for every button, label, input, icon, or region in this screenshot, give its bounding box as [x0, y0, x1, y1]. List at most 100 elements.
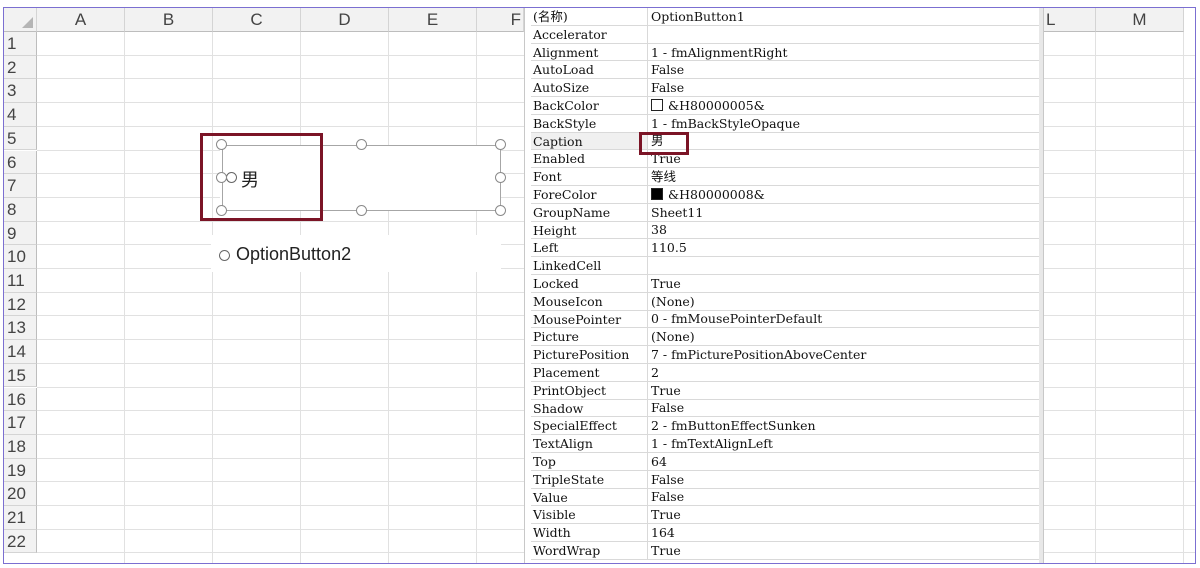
resize-handle-top-right[interactable] [495, 139, 506, 150]
property-row[interactable]: ForeColor &H80000008& [531, 185, 1042, 204]
property-value[interactable]: Sheet11 [651, 204, 703, 221]
property-value[interactable]: True [651, 382, 681, 399]
column-header-m[interactable]: M [1096, 8, 1184, 32]
property-value[interactable]: False [651, 489, 684, 506]
column-header-d[interactable]: D [301, 8, 389, 32]
property-value[interactable]: 64 [651, 453, 667, 470]
property-value[interactable]: 1 - fmAlignmentRight [651, 44, 788, 61]
property-row[interactable]: Value False [531, 488, 1042, 507]
property-row[interactable]: GroupName Sheet11 [531, 203, 1042, 222]
property-row[interactable]: PrintObject True [531, 381, 1042, 400]
resize-handle-bottom-middle[interactable] [356, 205, 367, 216]
property-row[interactable]: SpecialEffect 2 - fmButtonEffectSunken [531, 417, 1042, 436]
row-header-9[interactable]: 9 [4, 221, 37, 246]
property-value[interactable]: 等线 [651, 168, 676, 185]
property-row[interactable]: Accelerator [531, 25, 1042, 44]
row-header-11[interactable]: 11 [4, 269, 37, 293]
property-row[interactable]: Enabled True [531, 150, 1042, 169]
row-header-8[interactable]: 8 [4, 197, 37, 222]
property-row[interactable]: Locked True [531, 274, 1042, 293]
property-value[interactable]: False [651, 79, 684, 96]
property-value[interactable]: 2 - fmButtonEffectSunken [651, 417, 816, 434]
column-header-b[interactable]: B [125, 8, 213, 32]
property-row[interactable]: Top 64 [531, 452, 1042, 471]
option-button2-radio[interactable] [219, 250, 230, 261]
properties-list: (名称) OptionButton1 Accelerator Alignment 1 -… [531, 8, 1042, 560]
row-header-20[interactable]: 20 [4, 482, 37, 506]
property-value[interactable]: True [651, 542, 681, 559]
row-header-6[interactable]: 6 [4, 150, 37, 175]
property-value[interactable]: 2 [651, 364, 659, 381]
row-header-17[interactable]: 17 [4, 411, 37, 435]
property-value-text: &H80000008& [668, 186, 765, 202]
row-header-21[interactable]: 21 [4, 506, 37, 530]
property-value[interactable]: (None) [651, 293, 695, 310]
row-header-12[interactable]: 12 [4, 292, 37, 317]
properties-window[interactable]: (名称) OptionButton1 Accelerator Alignment 1 -… [524, 8, 1044, 563]
row-header-10[interactable]: 10 [4, 245, 37, 269]
property-row[interactable]: BackColor &H80000005& [531, 96, 1042, 115]
column-header-c[interactable]: C [213, 8, 301, 32]
property-row[interactable]: LinkedCell [531, 257, 1042, 275]
property-row[interactable]: AutoLoad False [531, 61, 1042, 80]
property-row[interactable]: Width 164 [531, 524, 1042, 542]
property-value[interactable]: 1 - fmTextAlignLeft [651, 435, 773, 452]
resize-handle-bottom-right[interactable] [495, 205, 506, 216]
property-value[interactable]: &H80000008& [651, 186, 765, 203]
row-header-5[interactable]: 5 [4, 126, 37, 151]
row-header-7[interactable]: 7 [4, 174, 37, 198]
property-row[interactable]: Font 等线 [531, 168, 1042, 186]
property-row[interactable]: Picture (None) [531, 328, 1042, 347]
property-row[interactable]: MousePointer 0 - fmMousePointerDefault [531, 310, 1042, 329]
row-header-4[interactable]: 4 [4, 103, 37, 127]
row-header-22[interactable]: 22 [4, 529, 37, 554]
resize-handle-middle-right[interactable] [495, 172, 506, 183]
property-value[interactable]: OptionButton1 [651, 8, 745, 25]
properties-scrollbar[interactable] [1039, 8, 1043, 563]
row-header-19[interactable]: 19 [4, 458, 37, 483]
column-header-f[interactable]: F [477, 8, 524, 32]
property-row[interactable]: MouseIcon (None) [531, 292, 1042, 311]
property-value[interactable]: 1 - fmBackStyleOpaque [651, 115, 800, 132]
property-row[interactable]: Visible True [531, 506, 1042, 525]
property-row[interactable]: Caption 男 [531, 132, 1042, 151]
property-row[interactable]: Placement 2 [531, 363, 1042, 382]
property-row[interactable]: PicturePosition 7 - fmPicturePositionAbov… [531, 346, 1042, 364]
property-value[interactable]: 7 - fmPicturePositionAboveCenter [651, 346, 866, 363]
row-header-18[interactable]: 18 [4, 434, 37, 459]
property-row[interactable]: Shadow False [531, 399, 1042, 418]
property-row[interactable]: Alignment 1 - fmAlignmentRight [531, 43, 1042, 62]
property-value[interactable]: True [651, 275, 681, 292]
property-value[interactable]: 110.5 [651, 239, 687, 256]
property-value[interactable]: True [651, 506, 681, 523]
column-header-l[interactable]: L [1044, 8, 1096, 32]
property-value[interactable]: False [651, 61, 684, 78]
row-header-1[interactable]: 1 [4, 32, 37, 56]
select-all-corner[interactable] [4, 8, 37, 32]
resize-handle-top-middle[interactable] [356, 139, 367, 150]
row-header-14[interactable]: 14 [4, 340, 37, 364]
row-header-16[interactable]: 16 [4, 387, 37, 412]
column-header-a[interactable]: A [37, 8, 125, 32]
property-value[interactable]: 38 [651, 222, 667, 239]
row-header-3[interactable]: 3 [4, 79, 37, 104]
row-header-15[interactable]: 15 [4, 363, 37, 388]
property-row[interactable]: Left 110.5 [531, 239, 1042, 258]
property-row[interactable]: BackStyle 1 - fmBackStyleOpaque [531, 114, 1042, 133]
property-row[interactable]: Height 38 [531, 221, 1042, 240]
row-header-2[interactable]: 2 [4, 55, 37, 80]
property-row[interactable]: (名称) OptionButton1 [531, 8, 1042, 26]
property-value[interactable]: (None) [651, 328, 695, 345]
property-value[interactable]: False [651, 471, 684, 488]
property-value[interactable]: &H80000005& [651, 97, 765, 114]
column-header-e[interactable]: E [389, 8, 477, 32]
property-row[interactable]: WordWrap True [531, 541, 1042, 560]
property-row[interactable]: TextAlign 1 - fmTextAlignLeft [531, 435, 1042, 453]
property-row[interactable]: TripleState False [531, 470, 1042, 489]
property-value[interactable]: 0 - fmMousePointerDefault [651, 311, 822, 328]
row-header-13[interactable]: 13 [4, 316, 37, 341]
option-button2-label[interactable]: OptionButton2 [236, 244, 351, 265]
property-value[interactable]: 164 [651, 524, 675, 541]
property-row[interactable]: AutoSize False [531, 79, 1042, 97]
property-value[interactable]: False [651, 400, 684, 417]
